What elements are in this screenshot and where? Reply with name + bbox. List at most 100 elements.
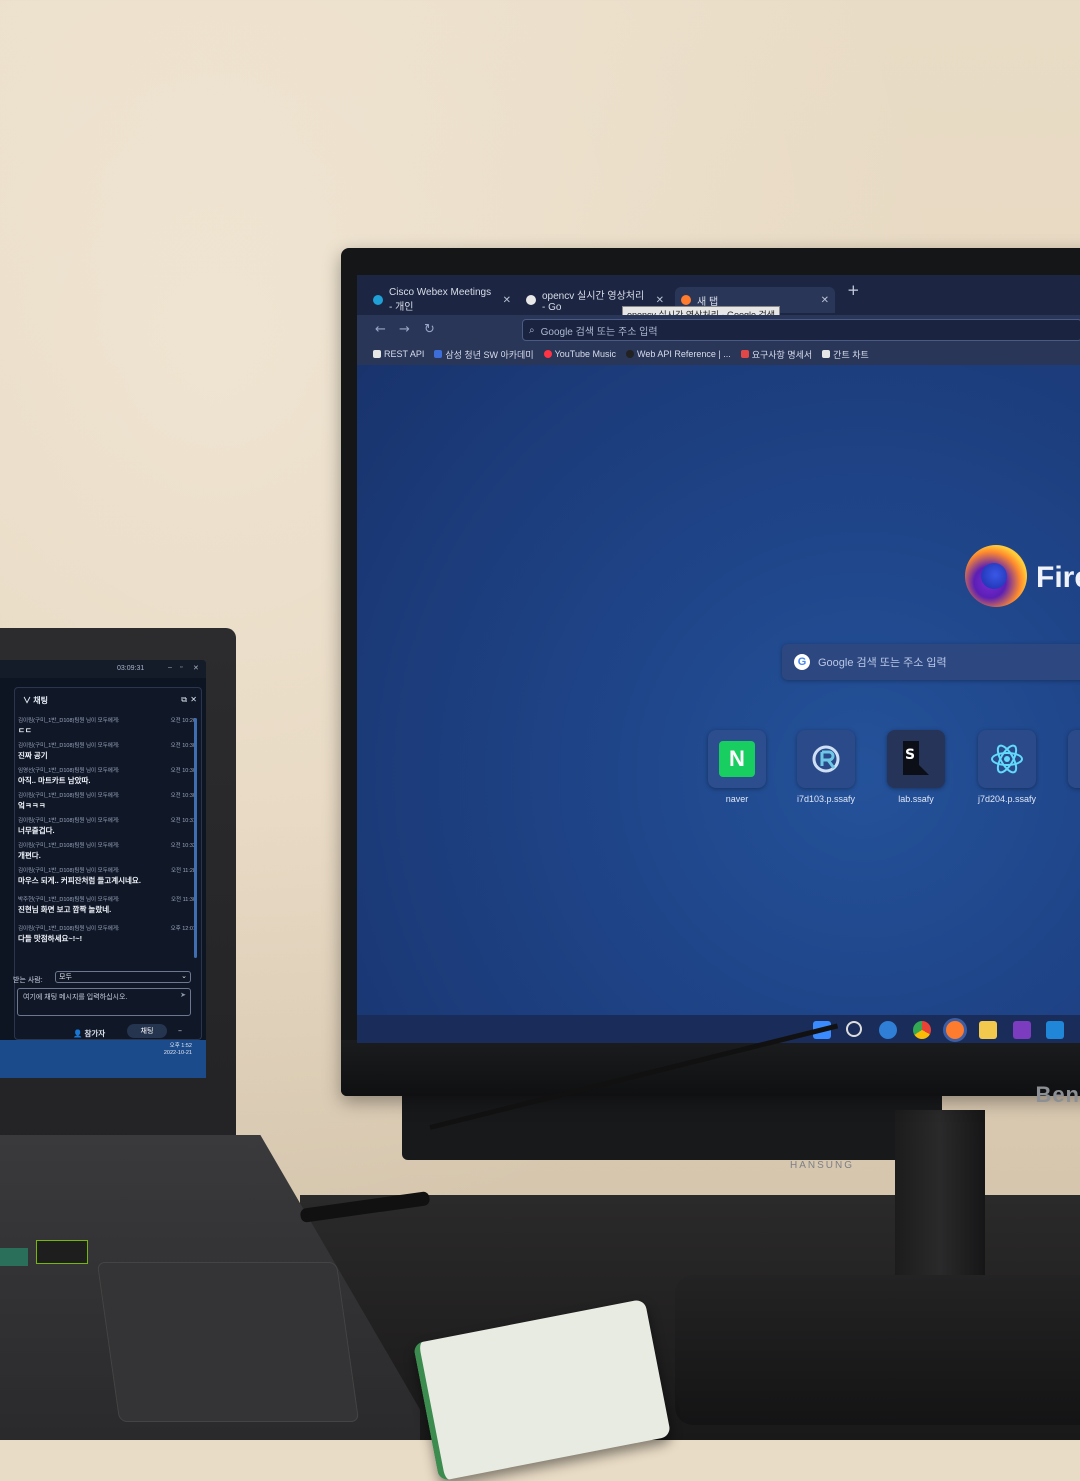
firefox-logo-icon (965, 545, 1027, 607)
recipient-select[interactable]: 모두 ⌄ (55, 971, 191, 983)
vscode-icon[interactable] (1046, 1021, 1064, 1039)
laptop-screen: 03:09:31 – ▫ ✕ ∨ 채팅 ⧉ ✕ 김이림(구미_1반_D108)팀… (0, 660, 206, 1078)
doc-icon (740, 350, 749, 358)
send-icon[interactable]: ➤ (180, 991, 186, 999)
bookmark-label: Web API Reference | ... (636, 349, 731, 359)
close-icon[interactable]: ✕ (503, 295, 511, 306)
bookmark-label: YouTube Music (554, 349, 616, 359)
chat-message-input[interactable]: 여기에 채팅 메시지를 입력하십시오. ➤ (17, 988, 191, 1016)
back-icon[interactable]: ← (375, 322, 386, 337)
address-placeholder: Google 검색 또는 주소 입력 (540, 326, 658, 338)
shortcut-naver[interactable]: N naver (705, 730, 769, 804)
bookmark-web-api[interactable]: Web API Reference | ... (625, 349, 731, 359)
minimize-icon[interactable]: – (168, 664, 172, 671)
person-icon: 👤 (73, 1029, 83, 1038)
notion-icon (373, 350, 381, 358)
recipient-label: 받는 사람: (13, 977, 43, 984)
more-icon[interactable]: – (178, 1026, 182, 1035)
monitor-stand-neck (895, 1110, 985, 1290)
second-monitor-brand: HANSUNG (790, 1160, 855, 1171)
new-tab-icon[interactable]: + (847, 281, 860, 299)
newtab-search-input[interactable]: G Google 검색 또는 주소 입력 (782, 644, 1080, 680)
tile-icon (1068, 730, 1080, 788)
restore-icon[interactable]: ▫ (180, 664, 182, 671)
shortcut-label: i7d103.p.ssafy (796, 794, 856, 804)
firefox-icon[interactable] (946, 1021, 964, 1039)
tab-label: Cisco Webex Meetings - 개인 (389, 287, 492, 313)
naver-icon: N (708, 730, 766, 788)
chat-scrollbar[interactable] (194, 718, 197, 958)
chat-button[interactable]: 채팅 (127, 1024, 167, 1038)
monitor-stand-base (675, 1275, 1080, 1425)
meeting-timer: 03:09:31 (117, 665, 145, 672)
ssafy-icon (434, 350, 443, 358)
edge-icon[interactable] (879, 1021, 897, 1039)
search-placeholder: Google 검색 또는 주소 입력 (818, 657, 947, 669)
close-icon[interactable]: ✕ (821, 295, 829, 306)
shortcut-label: lab.ssafy (898, 794, 934, 804)
bookmark-label: 요구사항 명세서 (751, 349, 813, 360)
shortcut-lab-ssafy[interactable]: S lab.ssafy (884, 730, 948, 804)
monitor-chin (341, 1040, 1080, 1096)
chat-message: 김이림(구미_1반_D108)팀원 님이 모두에게: 오전 10:31 너무즐겁다… (18, 818, 196, 835)
react-icon (978, 730, 1036, 788)
cpu-sticker (0, 1248, 28, 1266)
popout-icon[interactable]: ⧉ (181, 695, 187, 705)
chat-message: 김이림(구미_1반_D108)팀원 님이 모두에게: 오전 10:33 개편다. (18, 843, 196, 860)
r-logo-icon (797, 730, 855, 788)
bookmarks-bar: REST API 삼성 청년 SW 아카데미 YouTube Music Web… (357, 343, 1080, 365)
chat-message: 김이림(구미_1반_D108)팀원 님이 모두에게: 오후 12:01 다들 맛점… (18, 926, 196, 943)
google-icon (526, 295, 536, 305)
second-monitor (402, 1095, 942, 1160)
taskbar (357, 1015, 1080, 1043)
shortcut-i7d103[interactable]: i7d103.p.ssafy (794, 730, 858, 804)
bookmark-ssafy[interactable]: 삼성 청년 SW 아카데미 (434, 348, 534, 361)
chevron-down-icon: ⌄ (181, 973, 187, 980)
chat-message: 김이림(구미_1반_D108)팀원 님이 모두에게: 오전 10:30 엌ㅋㅋㅋ (18, 793, 196, 810)
intellij-icon[interactable] (1013, 1021, 1031, 1039)
search-icon: ⌕ (529, 324, 535, 336)
monitor-screen: Cisco Webex Meetings - 개인 ✕ opencv 실시간 영… (357, 275, 1080, 1043)
address-bar[interactable]: ⌕ Google 검색 또는 주소 입력 (522, 319, 1080, 341)
forward-icon[interactable]: → (399, 322, 410, 337)
chat-panel: ∨ 채팅 ⧉ ✕ 김이림(구미_1반_D108)팀원 님이 모두에게: 오전 10… (13, 687, 202, 1040)
webex-icon (373, 295, 383, 305)
reload-icon[interactable]: ↻ (424, 322, 435, 337)
bookmark-label: 삼성 청년 SW 아카데미 (445, 349, 534, 360)
chat-message: 박주현(구미_1반_D108)팀원 님이 모두에게: 오전 11:30 진현님 화… (18, 897, 196, 914)
close-icon[interactable]: ✕ (190, 695, 197, 704)
bookmark-youtube-music[interactable]: YouTube Music (543, 349, 616, 359)
bookmark-gantt[interactable]: 간트 차트 (822, 348, 869, 361)
youtube-music-icon (543, 350, 552, 358)
monitor-brand: Ben (1035, 1082, 1080, 1107)
chat-message: 김이림(구미_1반_D108)팀원 님이 모두에게: 오전 10:26 ㄷㄷ (18, 718, 196, 735)
s-logo-icon: S (887, 730, 945, 788)
close-icon[interactable]: ✕ (656, 295, 664, 306)
tab-webex[interactable]: Cisco Webex Meetings - 개인 ✕ (367, 287, 517, 313)
bookmark-label: REST API (384, 349, 425, 359)
clock-time: 오후 1:52 (169, 1043, 192, 1049)
notion-icon (822, 350, 831, 358)
system-clock: 오후 1:52 2022-10-21 (164, 1043, 192, 1057)
chat-input-placeholder: 여기에 채팅 메시지를 입력하십시오. (23, 994, 128, 1001)
webex-titlebar: 03:09:31 – ▫ ✕ (0, 660, 206, 678)
clock-date: 2022-10-21 (163, 1050, 192, 1056)
folder-icon[interactable] (979, 1021, 997, 1039)
chat-title-text: 채팅 (33, 696, 48, 705)
shortcut-partial[interactable] (1065, 730, 1080, 788)
bookmark-rest-api[interactable]: REST API (373, 349, 424, 359)
participants-button[interactable]: 👤 참가자 (73, 1028, 105, 1039)
globe-icon (625, 350, 634, 358)
shortcut-j7d204[interactable]: j7d204.p.ssafy (975, 730, 1039, 804)
close-icon[interactable]: ✕ (193, 664, 199, 672)
chat-title: ∨ 채팅 (23, 696, 48, 705)
search-icon[interactable] (846, 1021, 862, 1037)
google-icon: G (794, 654, 810, 670)
touchpad (96, 1262, 360, 1422)
svg-text:S: S (905, 747, 915, 763)
shortcut-label: j7d204.p.ssafy (977, 794, 1037, 804)
gpu-sticker (36, 1240, 88, 1264)
chrome-icon[interactable] (913, 1021, 931, 1039)
bookmark-requirements[interactable]: 요구사항 명세서 (740, 348, 813, 361)
chat-message: 김이림(구미_1반_D108)팀원 님이 모두에게: 오전 10:30 진짜 공기 (18, 743, 196, 760)
